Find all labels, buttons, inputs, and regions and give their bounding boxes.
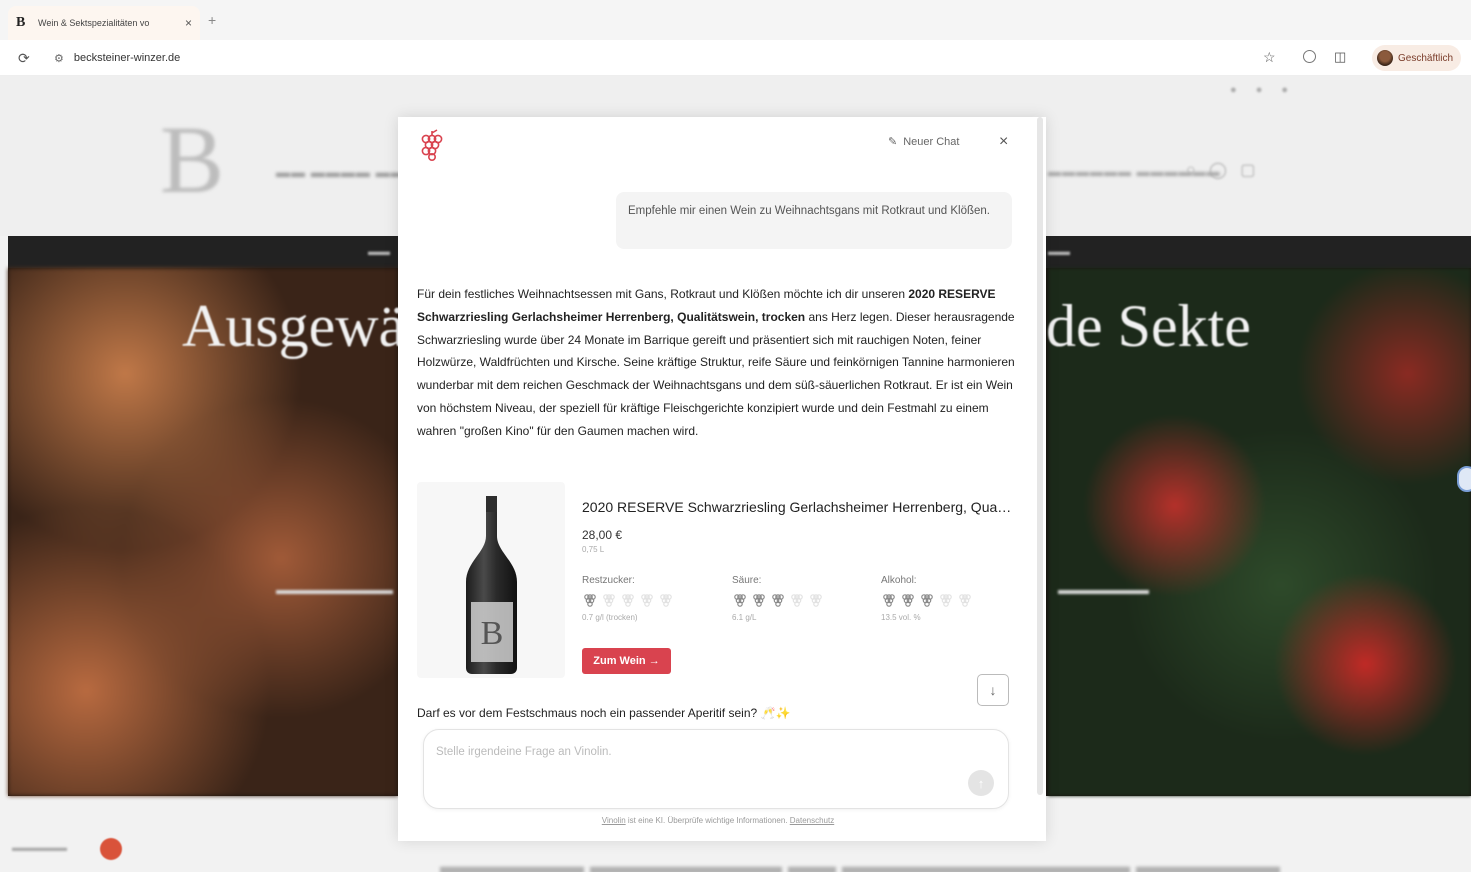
hero-headline-left: Ausgewä xyxy=(182,293,406,359)
disclaimer-text: ist eine KI. Überprüfe wichtige Informat… xyxy=(625,816,790,825)
attribute-value: 13.5 vol. % xyxy=(881,613,921,622)
vinolin-link[interactable]: Vinolin xyxy=(602,816,626,825)
disclaimer: Vinolin ist eine KI. Überprüfe wichtige … xyxy=(398,816,1038,825)
arrow-down-icon: ↓ xyxy=(989,682,997,698)
wine-bottle-image[interactable]: B xyxy=(417,482,565,678)
site-section-heading: ▬▬▬▬▬▬ ▬▬▬▬▬▬▬▬ ▬▬ ▬▬▬▬▬▬▬▬▬▬▬▬ ▬▬▬▬▬▬ xyxy=(440,854,1280,872)
send-button[interactable]: ↑ xyxy=(968,770,994,796)
url-text[interactable]: becksteiner-winzer.de xyxy=(74,52,180,64)
attribute-label: Restzucker: xyxy=(582,575,635,586)
avatar xyxy=(1377,50,1393,66)
attribute-label: Säure: xyxy=(732,575,762,586)
attribute-acidity: Säure: 6.1 g/L xyxy=(732,575,862,622)
product-card: B 2020 RESERVE Schwarzriesling Gerlachsh… xyxy=(417,482,1013,678)
attribute-label: Alkohol: xyxy=(881,575,917,586)
site-favicon-icon: B xyxy=(16,15,26,30)
svg-text:B: B xyxy=(481,615,504,652)
product-title[interactable]: 2020 RESERVE Schwarzriesling Gerlachshei… xyxy=(582,499,1012,515)
attribute-value: 6.1 g/L xyxy=(732,613,757,622)
modal-scrollbar[interactable] xyxy=(1037,117,1043,795)
extensions-puzzle-icon[interactable]: ◫ xyxy=(1334,49,1346,65)
attribute-value: 0.7 g/l (trocken) xyxy=(582,613,638,622)
bookmark-star-icon[interactable]: ☆ xyxy=(1263,49,1276,66)
browser-tab-bar: B Wein & Sektspezialitäten vo × + xyxy=(0,0,1471,40)
grape-rating-icon xyxy=(791,594,803,607)
grape-logo-icon xyxy=(421,129,443,161)
social-icons: ● ● ● xyxy=(1230,84,1297,96)
site-nav: ▬▬ ▬▬▬▬ ▬▬ xyxy=(276,164,406,180)
grape-rating-icon xyxy=(772,594,784,607)
extension-icon[interactable] xyxy=(1303,50,1316,63)
omnibox[interactable]: ⚙ becksteiner-winzer.de xyxy=(46,45,1356,71)
header-icons: ○ ◯ ▢ xyxy=(1186,162,1256,179)
grape-rating-icon xyxy=(660,594,672,607)
zum-wein-button[interactable]: Zum Wein → xyxy=(582,648,671,674)
attribute-alcohol: Alkohol: 13.5 vol. % xyxy=(881,575,1011,622)
grape-rating-icon xyxy=(603,594,615,607)
privacy-link[interactable]: Datenschutz xyxy=(790,816,834,825)
new-tab-button[interactable]: + xyxy=(208,12,216,28)
grape-rating-icon xyxy=(883,594,895,607)
user-message: Empfehle mir einen Wein zu Weihnachtsgan… xyxy=(616,192,1012,249)
browser-tab[interactable]: B Wein & Sektspezialitäten vo × xyxy=(8,6,200,40)
accessibility-button[interactable] xyxy=(1457,466,1471,492)
chat-input[interactable] xyxy=(436,742,956,762)
attribute-rating xyxy=(582,592,712,608)
grape-rating-icon xyxy=(810,594,822,607)
attribute-rating xyxy=(881,592,1011,608)
attribute-residual-sugar: Restzucker: 0.7 g/l (trocken) xyxy=(582,575,712,622)
grape-rating-icon xyxy=(902,594,914,607)
edit-icon: ✎ xyxy=(888,136,898,148)
tab-close-icon[interactable]: × xyxy=(185,16,192,30)
assistant-text: Für dein festliches Weihnachtsessen mit … xyxy=(417,287,909,301)
assistant-message: Für dein festliches Weihnachtsessen mit … xyxy=(417,283,1017,443)
grape-rating-icon xyxy=(584,594,596,607)
grape-rating-icon xyxy=(734,594,746,607)
site-info-icon[interactable]: ⚙ xyxy=(54,52,64,65)
grape-rating-icon xyxy=(622,594,634,607)
profile-button[interactable]: Geschäftlich xyxy=(1372,45,1462,71)
reload-icon[interactable]: ⟳ xyxy=(18,50,30,67)
grape-rating-icon xyxy=(753,594,765,607)
tab-title: Wein & Sektspezialitäten vo xyxy=(38,18,150,28)
site-logo: B xyxy=(160,106,225,213)
product-volume: 0,75 L xyxy=(582,545,605,554)
cookie-hint: ▬▬▬▬▬ xyxy=(12,842,67,854)
close-icon[interactable]: × xyxy=(999,133,1008,151)
grape-rating-icon xyxy=(921,594,933,607)
new-chat-button[interactable]: ✎ Neuer Chat xyxy=(888,135,960,149)
address-bar: ⟳ ⚙ becksteiner-winzer.de ☆ ◫ Geschäftli… xyxy=(0,40,1471,76)
new-chat-label: Neuer Chat xyxy=(903,135,960,148)
cookie-icon[interactable] xyxy=(100,838,122,860)
profile-label: Geschäftlich xyxy=(1398,52,1454,64)
chat-input-box: ↑ xyxy=(423,729,1009,809)
arrow-up-icon: ↑ xyxy=(977,775,985,791)
grape-rating-icon xyxy=(959,594,971,607)
hero-headline-right: de Sekte xyxy=(1046,293,1251,359)
chat-modal: ✎ Neuer Chat × Empfehle mir einen Wein z… xyxy=(398,117,1046,841)
wine-bottle-icon: B xyxy=(466,496,517,674)
product-price: 28,00 € xyxy=(582,528,623,542)
assistant-text: ans Herz legen. Dieser herausragende Sch… xyxy=(417,309,1015,438)
grape-rating-icon xyxy=(940,594,952,607)
grape-rating-icon xyxy=(641,594,653,607)
assistant-followup: Darf es vor dem Festschmaus noch ein pas… xyxy=(417,706,791,720)
scroll-down-button[interactable]: ↓ xyxy=(977,674,1009,706)
attribute-rating xyxy=(732,592,862,608)
